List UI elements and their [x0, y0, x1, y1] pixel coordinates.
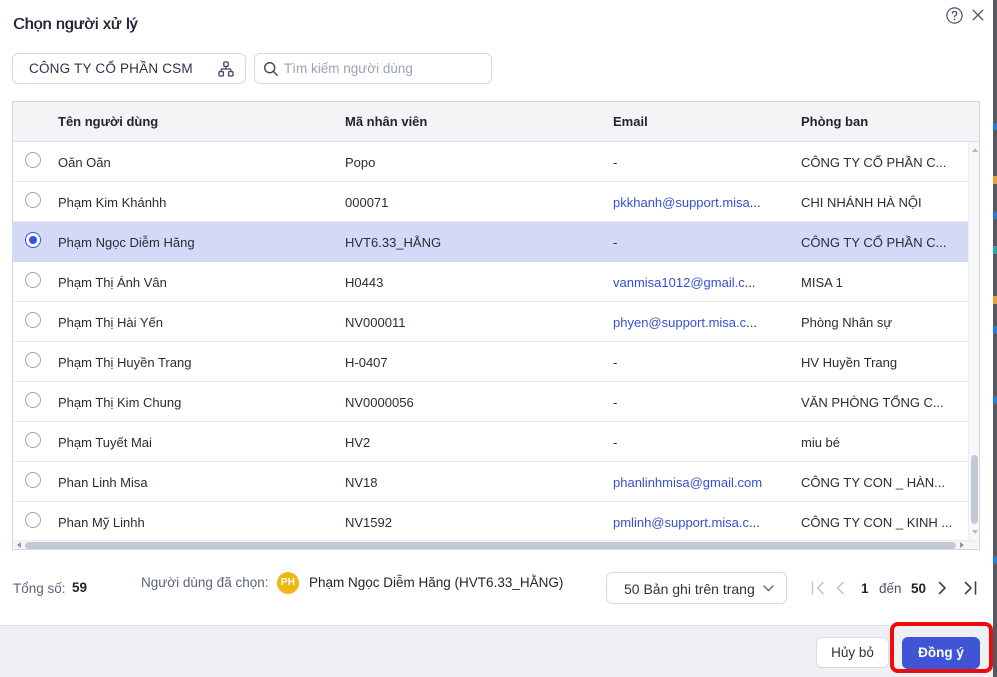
svg-text:đến: đến	[879, 581, 902, 596]
svg-text:50: 50	[911, 581, 926, 596]
svg-text:1: 1	[861, 581, 869, 596]
